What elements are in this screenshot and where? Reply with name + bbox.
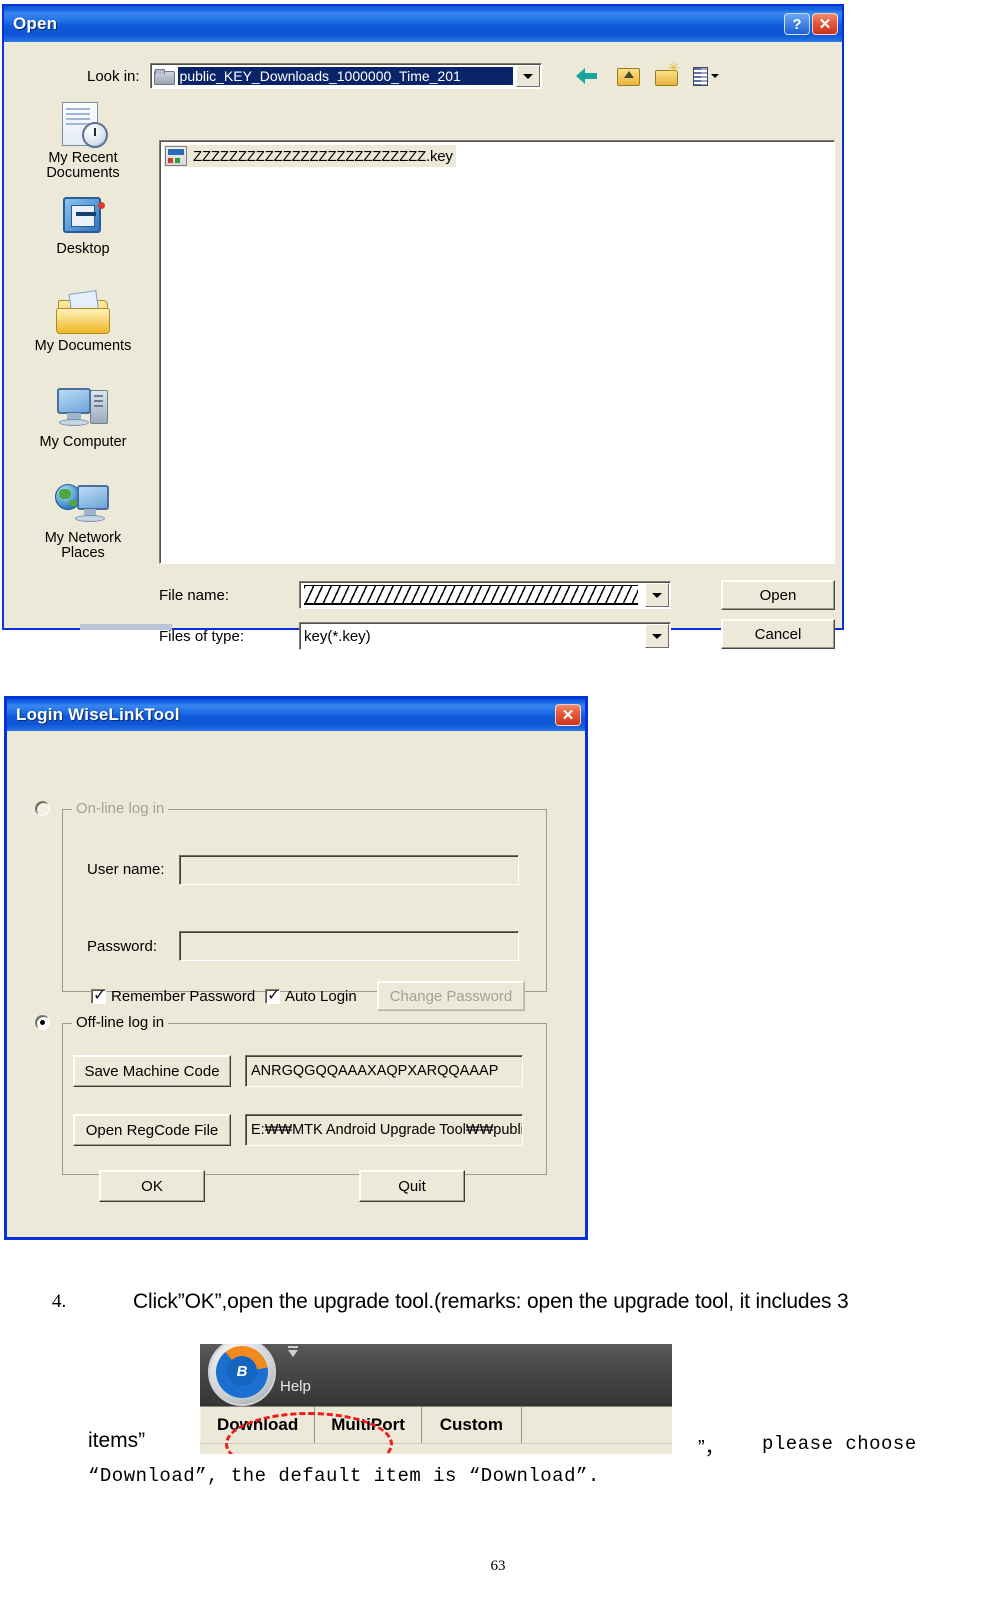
file-name-label: File name: [159,586,230,604]
tool-content-area [200,1443,672,1454]
login-dialog-title: Login WiseLinkTool [16,705,180,724]
place-label: My Recent [48,150,118,166]
username-field[interactable] [179,855,519,885]
look-in-combobox[interactable]: public_KEY_Downloads_1000000_Time_201 [149,63,542,89]
close-icon[interactable]: ✕ [555,704,581,726]
quick-access-caret-icon[interactable] [288,1346,298,1357]
upgrade-tool-screenshot: B Help Download MultiPort Custom [200,1344,672,1454]
machine-code-field[interactable]: ANRGQGQQAAAXAQPXARQQAAAP [245,1055,523,1087]
last-line-text: “Download”, the default item is “Downloa… [88,1465,600,1487]
page-number: 63 [490,1558,506,1574]
files-of-type-row: Files of type: key(*.key) [159,622,671,650]
cancel-button[interactable]: Cancel [721,619,835,649]
tail-quote: ”， [698,1437,725,1459]
offline-login-group: Off-line log in [62,1014,547,1175]
new-folder-icon[interactable] [654,64,680,88]
open-button[interactable]: Open [721,580,835,610]
username-label: User name: [87,861,165,878]
look-in-row: Look in: public_KEY_Downloads_1000000_Ti… [87,62,831,90]
app-logo-icon: B [208,1344,276,1406]
place-label: Desktop [56,241,110,258]
file-name-dropdown-arrow[interactable] [645,583,669,607]
tool-titlebar: B Help [200,1344,672,1406]
back-icon[interactable] [576,64,602,88]
files-of-type-value: key(*.key) [304,627,371,645]
login-wiselinktool-dialog: Login WiseLinkTool ✕ On-line log in User… [4,696,588,1240]
help-icon[interactable]: ? [784,13,810,35]
close-icon[interactable]: ✕ [812,13,838,35]
menu-item-help[interactable]: Help [280,1378,311,1395]
list-item[interactable]: ZZZZZZZZZZZZZZZZZZZZZZZZZZ.key [164,145,456,167]
online-login-radio[interactable] [35,801,50,816]
places-bar: My Recent Documents Desktop My Documents… [13,96,153,615]
file-list[interactable]: ZZZZZZZZZZZZZZZZZZZZZZZZZZ.key [159,140,835,564]
key-file-icon [165,146,187,166]
file-name: ZZZZZZZZZZZZZZZZZZZZZZZZZZ.key [193,147,453,165]
tab-download[interactable]: Download [200,1407,316,1443]
login-dialog-body: On-line log in User name: Password: Reme… [7,731,585,1237]
open-dialog-titlebar[interactable]: Open ? ✕ [4,6,842,42]
open-file-dialog: Open ? ✕ Look in: public_KEY_Downloads_1… [2,4,844,650]
ok-button[interactable]: OK [99,1170,205,1202]
change-password-button[interactable]: Change Password [377,981,525,1011]
please-choose-text: please choose [762,1433,917,1455]
password-label: Password: [87,938,158,955]
remember-password-checkbox[interactable] [91,985,106,1004]
tab-multiport[interactable]: MultiPort [315,1407,422,1443]
sidebar-item-my-network-places[interactable]: My Network Places [13,476,153,561]
files-of-type-label: Files of type: [159,627,245,645]
files-of-type-combobox[interactable]: key(*.key) [299,622,671,650]
place-label: My Computer [39,433,127,450]
recent-documents-icon [58,102,108,148]
sidebar-item-my-recent-documents[interactable]: My Recent Documents [13,96,153,181]
sidebar-item-desktop[interactable]: Desktop [13,187,153,257]
place-label: Documents [46,165,120,182]
step-number: 4. [52,1291,67,1312]
offline-login-radio[interactable] [35,1015,50,1030]
place-label: My Network [44,530,122,547]
login-dialog-titlebar[interactable]: Login WiseLinkTool ✕ [7,699,585,731]
auto-login-label: Auto Login [285,988,357,1005]
views-icon[interactable] [693,64,719,88]
logo-letter: B [227,1356,257,1386]
my-computer-icon [56,386,110,432]
file-name-input[interactable] [299,581,671,609]
offline-login-legend: Off-line log in [72,1014,169,1031]
quit-button[interactable]: Quit [359,1170,465,1202]
open-dialog-body: Look in: public_KEY_Downloads_1000000_Ti… [7,44,839,650]
open-dialog-title: Open [13,14,58,33]
file-name-row: File name: [159,581,671,609]
save-machine-code-button[interactable]: Save Machine Code [73,1055,231,1087]
folder-icon [153,68,175,85]
open-dialog-toolbar [576,64,719,88]
look-in-dropdown-arrow[interactable] [515,65,540,87]
items-word: items” [88,1429,146,1452]
file-name-value [304,585,638,605]
remember-password-label: Remember Password [111,988,256,1005]
sidebar-item-my-documents[interactable]: My Documents [13,284,153,354]
my-documents-icon [56,289,110,336]
tab-custom[interactable]: Custom [421,1407,522,1443]
place-label: Places [61,545,105,562]
sidebar-item-my-computer[interactable]: My Computer [13,380,153,450]
background-stripe [80,624,172,630]
auto-login-checkbox[interactable] [265,985,280,1004]
tool-tab-bar: Download MultiPort Custom [200,1406,672,1443]
step-text: Click”OK”,open the upgrade tool.(remarks… [133,1290,849,1313]
password-field[interactable] [179,931,519,961]
regcode-path-field[interactable]: E:₩₩MTK Android Upgrade Tool₩₩public_ [245,1114,523,1146]
up-one-level-icon[interactable] [615,64,641,88]
desktop-icon [59,195,107,239]
my-network-places-icon [55,482,111,528]
look-in-value: public_KEY_Downloads_1000000_Time_201 [176,66,514,86]
online-login-group: On-line log in [62,800,547,992]
files-of-type-dropdown-arrow[interactable] [645,624,669,648]
online-login-legend: On-line log in [72,800,169,817]
place-label: My Documents [34,337,132,354]
open-regcode-file-button[interactable]: Open RegCode File [73,1114,231,1146]
look-in-label: Look in: [87,67,140,85]
